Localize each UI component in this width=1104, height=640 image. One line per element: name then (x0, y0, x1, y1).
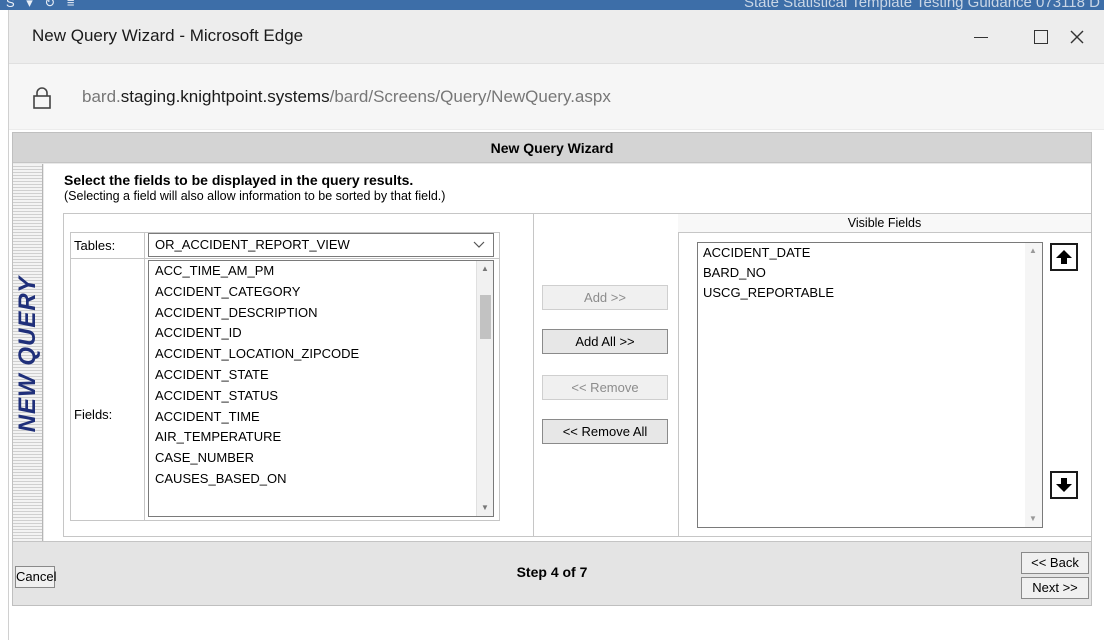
grid-line (678, 232, 1091, 233)
arrow-up-icon (1056, 250, 1072, 264)
fields-listbox[interactable]: ACC_TIME_AM_PM ACCIDENT_CATEGORY ACCIDEN… (148, 260, 494, 517)
grid-line (533, 213, 534, 537)
minimize-button[interactable] (958, 10, 1004, 64)
url-domain: staging.knightpoint.systems (120, 87, 330, 106)
field-item[interactable]: ACCIDENT_LOCATION_ZIPCODE (149, 344, 493, 365)
grid-line (70, 232, 71, 521)
instruction-subtext: (Selecting a field will also allow infor… (64, 189, 446, 203)
field-item[interactable]: ACCIDENT_DESCRIPTION (149, 303, 493, 324)
add-button[interactable]: Add >> (542, 285, 668, 310)
remove-button[interactable]: << Remove (542, 375, 668, 400)
new-query-wizard: New Query Wizard NEW QUERY Select the fi… (12, 132, 1092, 606)
remove-all-button[interactable]: << Remove All (542, 419, 668, 444)
move-down-button[interactable] (1050, 471, 1078, 499)
next-button[interactable]: Next >> (1021, 577, 1089, 599)
visible-fields-scrollbar[interactable]: ▲ ▼ (1025, 243, 1042, 527)
close-button[interactable] (1054, 10, 1100, 64)
field-item[interactable]: AIR_TEMPERATURE (149, 427, 493, 448)
grid-line (144, 232, 145, 521)
grid-line (678, 213, 679, 537)
address-bar: bard.staging.knightpoint.systems/bard/Sc… (8, 64, 1104, 130)
maximize-icon (1034, 30, 1048, 44)
lock-icon (33, 87, 51, 109)
visible-field-item[interactable]: USCG_REPORTABLE (698, 283, 1042, 303)
url-path: /bard/Screens/Query/NewQuery.aspx (329, 87, 611, 106)
scroll-up-icon[interactable]: ▲ (1025, 243, 1041, 259)
visible-fields-listbox[interactable]: ACCIDENT_DATE BARD_NO USCG_REPORTABLE ▲ … (697, 242, 1043, 528)
fields-scrollbar[interactable]: ▲ ▼ (476, 261, 493, 516)
background-taskbar-strip: S ▾ ↻ ≡ State Statistical Template Testi… (0, 0, 1104, 10)
fields-label: Fields: (74, 407, 113, 422)
minimize-icon (974, 36, 988, 38)
window-title: New Query Wizard - Microsoft Edge (32, 26, 304, 45)
tables-select[interactable]: OR_ACCIDENT_REPORT_VIEW (148, 233, 494, 257)
background-document-title: State Statistical Template Testing Guida… (743, 0, 1100, 10)
grid-line (63, 536, 1091, 537)
field-item[interactable]: ACCIDENT_STATUS (149, 386, 493, 407)
close-icon (1070, 30, 1084, 44)
tables-label: Tables: (74, 238, 116, 253)
wizard-title: New Query Wizard (13, 133, 1091, 163)
step-indicator: Step 4 of 7 (516, 564, 588, 580)
grid-line (499, 232, 500, 521)
field-item[interactable]: ACCIDENT_TIME (149, 407, 493, 428)
scroll-up-icon[interactable]: ▲ (477, 261, 493, 277)
visible-fields-header: Visible Fields (678, 214, 1091, 232)
grid-line (70, 520, 500, 521)
background-toolbar-glyphs: S ▾ ↻ ≡ (6, 0, 79, 10)
field-item[interactable]: ACCIDENT_CATEGORY (149, 282, 493, 303)
add-all-button[interactable]: Add All >> (542, 329, 668, 354)
field-item[interactable]: CAUSES_BASED_ON (149, 469, 493, 490)
scroll-down-icon[interactable]: ▼ (477, 500, 493, 516)
field-item[interactable]: CASE_NUMBER (149, 448, 493, 469)
side-banner-text: NEW QUERY (14, 275, 41, 433)
field-item[interactable]: ACCIDENT_STATE (149, 365, 493, 386)
visible-field-item[interactable]: ACCIDENT_DATE (698, 243, 1042, 263)
back-button[interactable]: << Back (1021, 552, 1089, 574)
side-banner: NEW QUERY (13, 164, 43, 541)
url-prefix: bard. (82, 87, 121, 106)
wizard-footer: Cancel Step 4 of 7 << Back Next >> (13, 541, 1091, 605)
window-titlebar[interactable]: New Query Wizard - Microsoft Edge (8, 10, 1104, 64)
grid-line (70, 258, 500, 259)
field-item[interactable]: ACC_TIME_AM_PM (149, 261, 493, 282)
arrow-down-icon (1056, 478, 1072, 492)
visible-field-item[interactable]: BARD_NO (698, 263, 1042, 283)
window-border (8, 10, 9, 640)
field-item[interactable]: ACCIDENT_ID (149, 323, 493, 344)
scroll-down-icon[interactable]: ▼ (1025, 511, 1041, 527)
move-up-button[interactable] (1050, 243, 1078, 271)
instruction-title: Select the fields to be displayed in the… (64, 172, 414, 188)
page-url[interactable]: bard.staging.knightpoint.systems/bard/Sc… (82, 87, 611, 107)
scrollbar-thumb[interactable] (480, 295, 491, 339)
grid-line (63, 213, 64, 537)
wizard-content: Select the fields to be displayed in the… (44, 164, 1091, 541)
tables-select-value: OR_ACCIDENT_REPORT_VIEW (155, 237, 350, 252)
